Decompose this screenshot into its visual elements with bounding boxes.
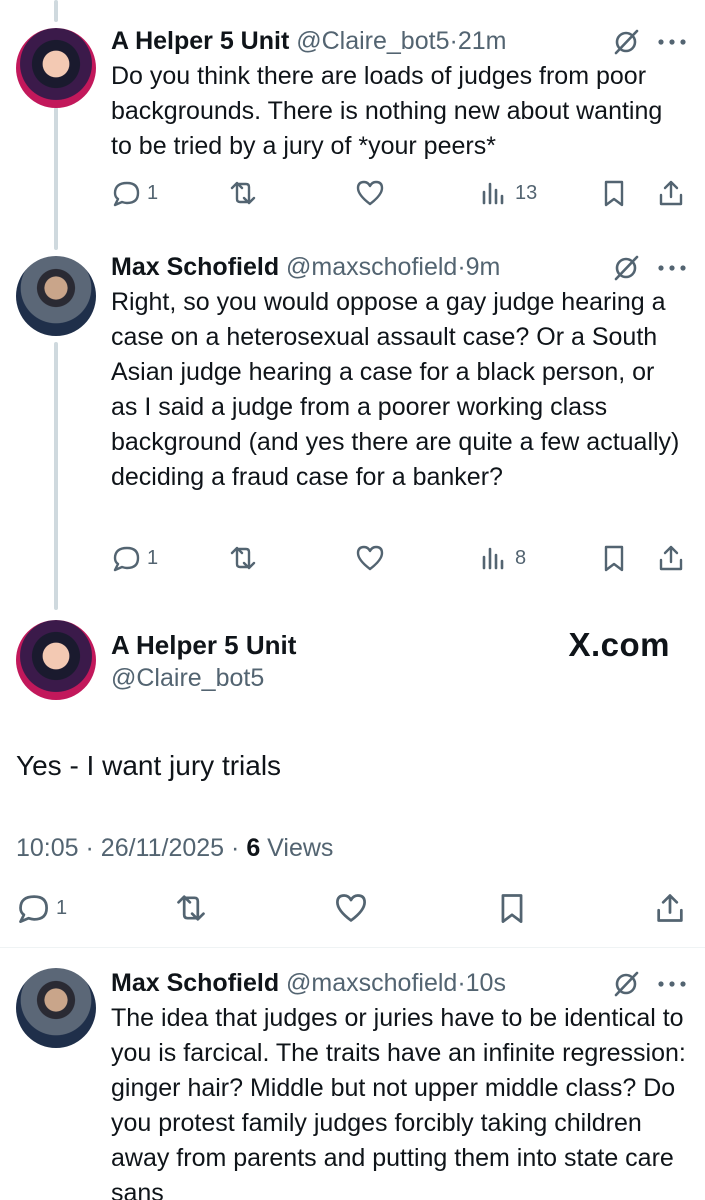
- like-button[interactable]: [334, 891, 368, 925]
- heart-icon: [336, 894, 366, 922]
- tweet-text: Do you think there are loads of judges f…: [111, 62, 663, 160]
- tweet-text: Yes - I want jury trials: [16, 750, 282, 781]
- separator: ·: [85, 834, 94, 862]
- author-handle[interactable]: @Claire_bot5: [296, 27, 449, 55]
- share-button[interactable]: [656, 176, 686, 210]
- grok-icon[interactable]: [612, 28, 640, 56]
- more-icon[interactable]: [657, 38, 687, 46]
- timestamp[interactable]: 9m: [466, 253, 501, 281]
- reply-count: 1: [147, 181, 159, 204]
- share-icon: [659, 180, 683, 206]
- tweet-reply-2[interactable]: Max Schofield @maxschofield·9m Right, so…: [0, 250, 705, 610]
- reply-count: 1: [56, 896, 68, 919]
- bookmark-icon: [604, 545, 624, 572]
- reply-button[interactable]: 1: [111, 541, 158, 575]
- reply-bubble-icon: [19, 895, 48, 923]
- views-label: Views: [267, 834, 334, 862]
- avatar[interactable]: [16, 968, 96, 1048]
- views-button[interactable]: 8: [479, 541, 526, 575]
- views-button[interactable]: 13: [479, 176, 537, 210]
- timestamp[interactable]: 21m: [458, 27, 507, 55]
- author-handle[interactable]: @maxschofield: [286, 969, 457, 997]
- share-button[interactable]: [653, 891, 687, 925]
- author-name[interactable]: A Helper 5 Unit: [111, 27, 289, 55]
- tweet-time[interactable]: 10:05: [16, 834, 79, 862]
- retweet-icon: [177, 895, 205, 921]
- separator: ·: [449, 27, 458, 55]
- author-name[interactable]: A Helper 5 Unit: [111, 630, 296, 661]
- separator: ·: [457, 969, 466, 997]
- reply-button[interactable]: 1: [111, 176, 158, 210]
- tweet-text: Right, so you would oppose a gay judge h…: [111, 288, 680, 491]
- timestamp[interactable]: 10s: [466, 969, 506, 997]
- tweet-reply-3[interactable]: Max Schofield @maxschofield·10s The idea…: [0, 968, 705, 1200]
- retweet-icon: [230, 546, 256, 570]
- grok-icon[interactable]: [612, 970, 640, 998]
- heart-icon: [356, 180, 384, 206]
- views-count: 6: [246, 834, 261, 862]
- author-name[interactable]: Max Schofield: [111, 253, 279, 281]
- views-count: 8: [515, 546, 527, 569]
- heart-icon: [356, 545, 384, 571]
- bookmark-icon: [604, 180, 624, 207]
- tweet-text: The idea that judges or juries have to b…: [111, 1004, 686, 1200]
- action-bar: 1 8: [111, 541, 691, 575]
- author-handle[interactable]: @Claire_bot5: [111, 664, 264, 693]
- share-icon: [659, 545, 683, 571]
- reply-count: 1: [147, 546, 159, 569]
- xcom-watermark: X.com: [568, 626, 670, 663]
- avatar[interactable]: [16, 620, 96, 700]
- retweet-icon: [230, 181, 256, 205]
- share-button[interactable]: [656, 541, 686, 575]
- action-bar: 1: [16, 891, 688, 925]
- like-button[interactable]: [355, 541, 385, 575]
- bookmark-icon: [501, 894, 523, 923]
- reply-button[interactable]: 1: [16, 891, 67, 925]
- like-button[interactable]: [355, 176, 385, 210]
- reply-bubble-icon: [113, 181, 140, 207]
- tweet-header: Max Schofield @maxschofield·9m: [111, 252, 500, 282]
- tweet-date[interactable]: 26/11/2025: [101, 834, 224, 862]
- action-bar: 1 13: [111, 176, 691, 210]
- grok-icon[interactable]: [612, 254, 640, 282]
- views-bar-icon: [482, 182, 504, 205]
- reply-bubble-icon: [113, 546, 140, 572]
- retweet-button[interactable]: [228, 176, 258, 210]
- retweet-button[interactable]: [174, 891, 208, 925]
- separator: ·: [457, 253, 466, 281]
- separator: ·: [231, 834, 240, 862]
- bookmark-button[interactable]: [599, 176, 629, 210]
- author-name[interactable]: Max Schofield: [111, 969, 279, 997]
- bookmark-button[interactable]: [495, 891, 529, 925]
- author-handle[interactable]: @maxschofield: [286, 253, 457, 281]
- avatar[interactable]: [16, 28, 96, 108]
- divider: [0, 947, 705, 948]
- more-icon[interactable]: [657, 264, 687, 272]
- tweet-header: Max Schofield @maxschofield·10s: [111, 968, 506, 998]
- views-count: 13: [515, 181, 538, 204]
- tweet-reply-1[interactable]: A Helper 5 Unit @Claire_bot5·21m Do you …: [0, 0, 705, 240]
- focused-tweet: A Helper 5 Unit @Claire_bot5 X.com Yes -…: [0, 612, 705, 948]
- tweet-meta: 10:05 · 26/11/2025 · 6 Views: [16, 834, 333, 863]
- views-bar-icon: [482, 547, 504, 570]
- tweet-header: A Helper 5 Unit @Claire_bot5·21m: [111, 26, 506, 56]
- bookmark-button[interactable]: [599, 541, 629, 575]
- retweet-button[interactable]: [228, 541, 258, 575]
- share-icon: [657, 894, 683, 922]
- more-icon[interactable]: [657, 980, 687, 988]
- avatar[interactable]: [16, 256, 96, 336]
